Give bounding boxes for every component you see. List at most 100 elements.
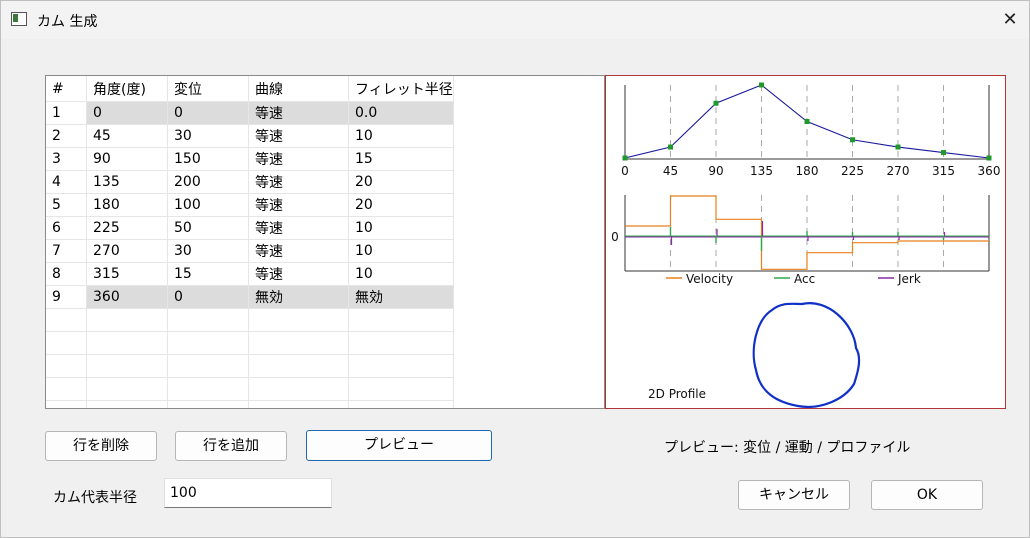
- column-header-angle[interactable]: 角度(度): [86, 76, 168, 102]
- table-row[interactable]: 5 180 100 等速 20: [46, 193, 454, 217]
- legend-label-acc: Acc: [794, 272, 815, 286]
- angle-cell[interactable]: 270: [86, 239, 168, 263]
- fillet-radius-cell[interactable]: 無効: [348, 285, 454, 309]
- empty-cell: [248, 400, 349, 408]
- empty-cell: [248, 308, 349, 332]
- empty-table-row: [46, 308, 454, 332]
- displacement-cell[interactable]: 0: [167, 101, 249, 125]
- title-bar: カム 生成 ✕: [1, 1, 1029, 39]
- ok-button[interactable]: OK: [871, 480, 983, 510]
- displacement-point: [941, 150, 946, 156]
- displacement-point: [986, 155, 992, 161]
- motion-zero-label: 0: [611, 230, 619, 244]
- empty-cell: [248, 377, 349, 401]
- empty-cell: [86, 354, 168, 378]
- add-row-button[interactable]: 行を追加: [175, 431, 287, 461]
- curve-cell[interactable]: 等速: [248, 193, 349, 217]
- preview-button[interactable]: プレビュー: [306, 430, 492, 461]
- fillet-radius-cell[interactable]: 20: [348, 170, 454, 194]
- empty-cell: [348, 400, 454, 408]
- column-header-fillet-radius[interactable]: フィレット半径: [348, 76, 454, 102]
- table-row[interactable]: 8 315 15 等速 10: [46, 262, 454, 286]
- empty-table-row: [46, 377, 454, 401]
- angle-cell[interactable]: 45: [86, 124, 168, 148]
- preview-plots: 0 45 90 135 180 225 270 315 360 0 Velocity Acc Jerk 2…: [611, 82, 1001, 408]
- curve-cell[interactable]: 等速: [248, 239, 349, 263]
- table-row[interactable]: 4 135 200 等速 20: [46, 170, 454, 194]
- x-tick-label: 225: [841, 164, 864, 178]
- table-row[interactable]: 7 270 30 等速 10: [46, 239, 454, 263]
- displacement-cell[interactable]: 30: [167, 239, 249, 263]
- displacement-cell[interactable]: 30: [167, 124, 249, 148]
- angle-cell[interactable]: 315: [86, 262, 168, 286]
- empty-cell: [86, 331, 168, 355]
- row-index: 2: [46, 124, 87, 148]
- empty-cell: [167, 400, 249, 408]
- column-header-curve[interactable]: 曲線: [248, 76, 349, 102]
- window-title: カム 生成: [37, 14, 98, 30]
- close-icon[interactable]: ✕: [995, 1, 1025, 39]
- angle-cell[interactable]: 90: [86, 147, 168, 171]
- displacement-cell[interactable]: 100: [167, 193, 249, 217]
- empty-cell: [167, 331, 249, 355]
- fillet-radius-cell[interactable]: 10: [348, 124, 454, 148]
- empty-cell: [248, 331, 349, 355]
- displacement-point: [759, 82, 764, 88]
- displacement-cell[interactable]: 150: [167, 147, 249, 171]
- fillet-radius-cell[interactable]: 10: [348, 262, 454, 286]
- displacement-point: [622, 155, 628, 161]
- curve-cell[interactable]: 等速: [248, 147, 349, 171]
- empty-cell: [348, 331, 454, 355]
- table-row[interactable]: 2 45 30 等速 10: [46, 124, 454, 148]
- angle-cell[interactable]: 135: [86, 170, 168, 194]
- column-header-index[interactable]: #: [46, 76, 87, 102]
- angle-cell[interactable]: 360: [86, 285, 168, 309]
- displacement-cell[interactable]: 0: [167, 285, 249, 309]
- cancel-button[interactable]: キャンセル: [738, 480, 850, 510]
- displacement-cell[interactable]: 200: [167, 170, 249, 194]
- displacement-point: [850, 137, 855, 143]
- table-row[interactable]: 1 0 0 等速 0.0: [46, 101, 454, 125]
- cam-radius-input[interactable]: [164, 478, 332, 508]
- row-index: 1: [46, 101, 87, 125]
- fillet-radius-cell[interactable]: 10: [348, 239, 454, 263]
- table-row[interactable]: 3 90 150 等速 15: [46, 147, 454, 171]
- angle-cell[interactable]: 0: [86, 101, 168, 125]
- displacement-cell[interactable]: 50: [167, 216, 249, 240]
- curve-cell[interactable]: 等速: [248, 170, 349, 194]
- fillet-radius-cell[interactable]: 20: [348, 193, 454, 217]
- fillet-radius-cell[interactable]: 15: [348, 147, 454, 171]
- empty-cell: [46, 377, 87, 401]
- angle-cell[interactable]: 180: [86, 193, 168, 217]
- cam-radius-label: カム代表半径: [53, 490, 137, 506]
- curve-cell[interactable]: 無効: [248, 285, 349, 309]
- displacement-point: [804, 119, 810, 124]
- curve-cell[interactable]: 等速: [248, 124, 349, 148]
- delete-row-button[interactable]: 行を削除: [45, 431, 157, 461]
- table-row[interactable]: 6 225 50 等速 10: [46, 216, 454, 240]
- empty-cell: [46, 331, 87, 355]
- displacement-cell[interactable]: 15: [167, 262, 249, 286]
- app-window-icon: [11, 12, 27, 26]
- angle-cell[interactable]: 225: [86, 216, 168, 240]
- displacement-point: [713, 100, 719, 106]
- curve-cell[interactable]: 等速: [248, 262, 349, 286]
- empty-table-row: [46, 331, 454, 355]
- curve-cell[interactable]: 等速: [248, 216, 349, 240]
- empty-table-row: [46, 400, 454, 408]
- empty-cell: [348, 308, 454, 332]
- row-index: 3: [46, 147, 87, 171]
- x-tick-label: 360: [978, 164, 1001, 178]
- x-tick-label: 135: [750, 164, 773, 178]
- row-index: 5: [46, 193, 87, 217]
- fillet-radius-cell[interactable]: 0.0: [348, 101, 454, 125]
- cam-points-table[interactable]: # 角度(度) 変位 曲線 フィレット半径 1 0 0 等速 0.0 2 45 30 等速 10 3…: [45, 75, 605, 409]
- preview-panel: 0 45 90 135 180 225 270 315 360 0 Velocity Acc Jerk 2…: [605, 75, 1006, 409]
- legend-label-velocity: Velocity: [686, 272, 733, 286]
- x-tick-label: 180: [796, 164, 819, 178]
- x-tick-label: 315: [932, 164, 955, 178]
- curve-cell[interactable]: 等速: [248, 101, 349, 125]
- fillet-radius-cell[interactable]: 10: [348, 216, 454, 240]
- table-row[interactable]: 9 360 0 無効 無効: [46, 285, 454, 309]
- column-header-displacement[interactable]: 変位: [167, 76, 249, 102]
